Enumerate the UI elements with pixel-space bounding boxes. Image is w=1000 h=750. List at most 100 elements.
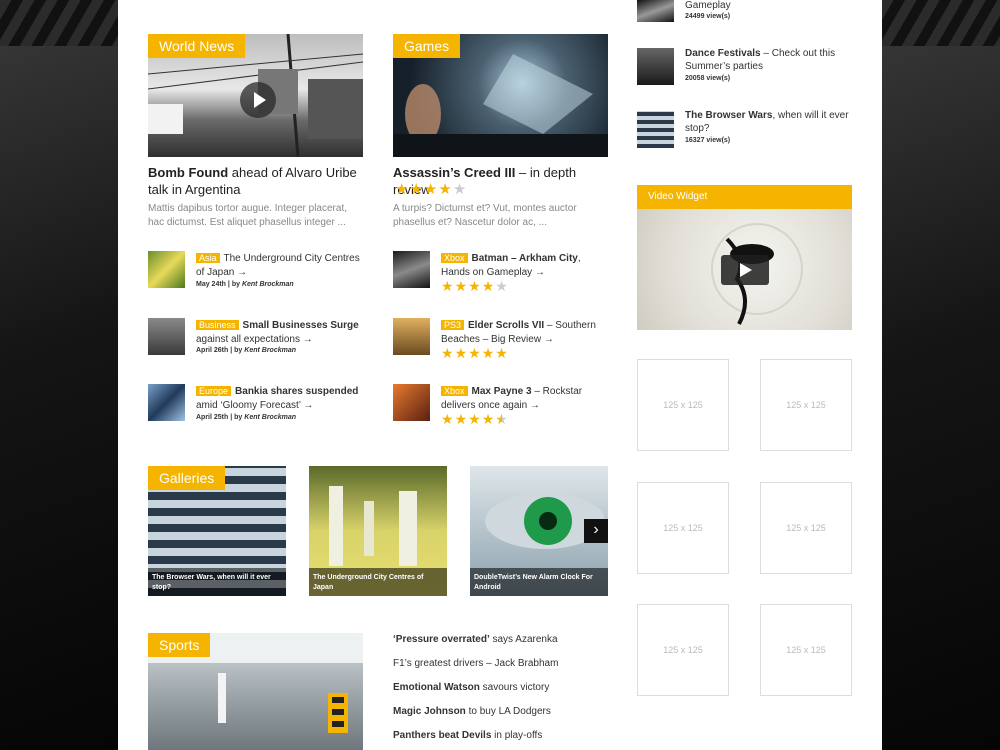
- gallery-item-2[interactable]: The Underground City Centres of Japan: [309, 466, 447, 596]
- play-icon[interactable]: [240, 82, 276, 118]
- sports-link-rest[interactable]: in play-offs: [491, 730, 542, 741]
- popular-item-rest[interactable]: Gameplay: [685, 0, 731, 11]
- games-main-rating: ★★★★★: [395, 182, 467, 197]
- games-item-1-title[interactable]: Xbox Batman – Arkham City, Hands on Gamep…: [441, 251, 611, 280]
- gallery-next-arrow-icon[interactable]: ›: [584, 519, 608, 543]
- max-payne-thumbnail[interactable]: [393, 384, 430, 421]
- sports-link-rest[interactable]: savours victory: [480, 682, 550, 693]
- category-tag[interactable]: Business: [196, 320, 239, 330]
- games-label[interactable]: Games: [393, 34, 461, 58]
- world-news-item-1-title[interactable]: Asia The Underground City Centres of Japa…: [196, 251, 366, 280]
- date: April 26th: [196, 347, 229, 354]
- date: April 25th: [196, 414, 229, 421]
- batman-thumbnail[interactable]: [393, 251, 430, 288]
- sports-link-4[interactable]: Magic Johnson to buy LA Dodgers: [393, 706, 551, 717]
- world-news-label[interactable]: World News: [148, 34, 246, 58]
- ad-slot-4[interactable]: 125 x 125: [760, 482, 852, 574]
- world-news-item-2-title[interactable]: Business Small Businesses Surge against a…: [196, 318, 366, 347]
- platform-tag[interactable]: PS3: [441, 320, 465, 330]
- business-thumbnail[interactable]: [148, 318, 185, 355]
- world-news-item-3-meta: April 25th | by Kent Brockman: [196, 414, 296, 421]
- games-item-3-title[interactable]: Xbox Max Payne 3 – Rockstar delivers once…: [441, 384, 611, 413]
- sports-link-3[interactable]: Emotional Watson savours victory: [393, 682, 549, 693]
- star-icon: ★: [468, 345, 482, 361]
- galleries-label[interactable]: Galleries: [148, 466, 226, 490]
- star-icon: ★: [495, 278, 509, 294]
- popular-thumb-3[interactable]: [637, 111, 674, 148]
- games-item-2-title[interactable]: PS3 Elder Scrolls VII – Southern Beaches …: [441, 318, 611, 347]
- star-icon: ★: [423, 181, 439, 198]
- date: May 24th: [196, 281, 226, 288]
- popular-item-2-title[interactable]: Dance Festivals – Check out this Summer’…: [685, 47, 855, 73]
- star-icon: ★: [468, 278, 482, 294]
- item-link-bold[interactable]: Max Payne 3: [472, 386, 532, 397]
- author: Kent Brockman: [244, 414, 296, 421]
- category-tag[interactable]: Asia: [196, 253, 220, 263]
- platform-tag[interactable]: Xbox: [441, 253, 468, 263]
- world-news-main-title-bold[interactable]: Bomb Found: [148, 165, 228, 180]
- star-icon: ★: [481, 411, 496, 427]
- star-icon: ★: [438, 181, 453, 198]
- gallery-caption[interactable]: The Browser Wars, when will it ever stop…: [148, 568, 286, 596]
- ad-slot-2[interactable]: 125 x 125: [760, 359, 852, 451]
- games-item-2-rating: ★★★★★: [441, 346, 509, 361]
- world-news-main-title[interactable]: Bomb Found ahead of Alvaro Uribe talk in…: [148, 164, 363, 198]
- europe-thumbnail[interactable]: [148, 384, 185, 421]
- games-item-3-rating: ★★★★★: [441, 412, 509, 427]
- popular-thumb-2[interactable]: [637, 48, 674, 85]
- sports-link-bold[interactable]: ‘Pressure overrated’: [393, 634, 490, 645]
- ad-slot-3[interactable]: 125 x 125: [637, 482, 729, 574]
- item-link-bold[interactable]: Small Businesses Surge: [243, 320, 359, 331]
- popular-item-1-views: 24499 view(s): [685, 13, 731, 20]
- ad-slot-5[interactable]: 125 x 125: [637, 604, 729, 696]
- world-news-item-3-title[interactable]: Europe Bankia shares suspended amid ‘Gloo…: [196, 384, 366, 413]
- platform-tag[interactable]: Xbox: [441, 386, 468, 396]
- item-link[interactable]: against all expectations →: [196, 334, 313, 345]
- asia-thumbnail[interactable]: [148, 251, 185, 288]
- ad-slot-6[interactable]: 125 x 125: [760, 604, 852, 696]
- sports-link-1[interactable]: ‘Pressure overrated’ says Azarenka: [393, 634, 558, 645]
- category-tag[interactable]: Europe: [196, 386, 232, 396]
- star-icon: ★: [454, 411, 469, 427]
- star-icon: ★: [395, 181, 410, 198]
- sports-link-bold[interactable]: Emotional Watson: [393, 682, 480, 693]
- item-link[interactable]: amid ‘Gloomy Forecast’ →: [196, 400, 313, 411]
- star-icon: ★: [441, 411, 455, 427]
- background-right: [882, 0, 1000, 750]
- sports-link-rest[interactable]: to buy LA Dodgers: [466, 706, 551, 717]
- games-main-title-bold[interactable]: Assassin’s Creed III: [393, 165, 515, 180]
- star-icon: ★: [495, 411, 509, 427]
- star-icon: ★: [481, 278, 496, 294]
- ad-slot-1[interactable]: 125 x 125: [637, 359, 729, 451]
- sports-link-bold[interactable]: Magic Johnson: [393, 706, 466, 717]
- games-excerpt: A turpis? Dictumst et? Vut, montes aucto…: [393, 203, 577, 228]
- item-link-bold[interactable]: Elder Scrolls VII: [468, 320, 544, 331]
- popular-item-1-title[interactable]: Gameplay: [685, 0, 855, 12]
- sports-link-rest[interactable]: says Azarenka: [490, 634, 557, 645]
- item-link[interactable]: The Underground City Centres of Japan →: [196, 253, 360, 278]
- item-link-bold[interactable]: Batman – Arkham City: [472, 253, 578, 264]
- sports-link-5[interactable]: Panthers beat Devils in play-offs: [393, 730, 542, 741]
- background-left: [0, 0, 118, 750]
- popular-item-bold[interactable]: Dance Festivals: [685, 48, 761, 59]
- popular-item-3-title[interactable]: The Browser Wars, when will it ever stop…: [685, 109, 855, 135]
- star-icon: ★: [495, 345, 509, 361]
- gallery-caption[interactable]: The Underground City Centres of Japan: [309, 568, 447, 596]
- sports-label[interactable]: Sports: [148, 633, 211, 657]
- video-widget-player[interactable]: [637, 209, 852, 330]
- world-news-item-2-meta: April 26th | by Kent Brockman: [196, 347, 296, 354]
- popular-item-2-views: 20058 view(s): [685, 75, 731, 82]
- video-play-icon[interactable]: [721, 255, 769, 285]
- gallery-caption[interactable]: DoubleTwist’s New Alarm Clock For Androi…: [470, 568, 608, 596]
- star-icon: ★: [454, 278, 469, 294]
- sports-link-rest[interactable]: F1’s greatest drivers – Jack Brabham: [393, 658, 558, 669]
- author: Kent Brockman: [241, 281, 294, 288]
- elder-scrolls-thumbnail[interactable]: [393, 318, 430, 355]
- sports-link-2[interactable]: F1’s greatest drivers – Jack Brabham: [393, 658, 558, 669]
- popular-thumb-1[interactable]: [637, 0, 674, 22]
- by-prefix: | by: [228, 347, 245, 354]
- item-link-bold[interactable]: Bankia shares suspended: [235, 386, 358, 397]
- sports-link-bold[interactable]: Panthers beat Devils: [393, 730, 491, 741]
- popular-item-bold[interactable]: The Browser Wars: [685, 110, 772, 121]
- author: Kent Brockman: [244, 347, 296, 354]
